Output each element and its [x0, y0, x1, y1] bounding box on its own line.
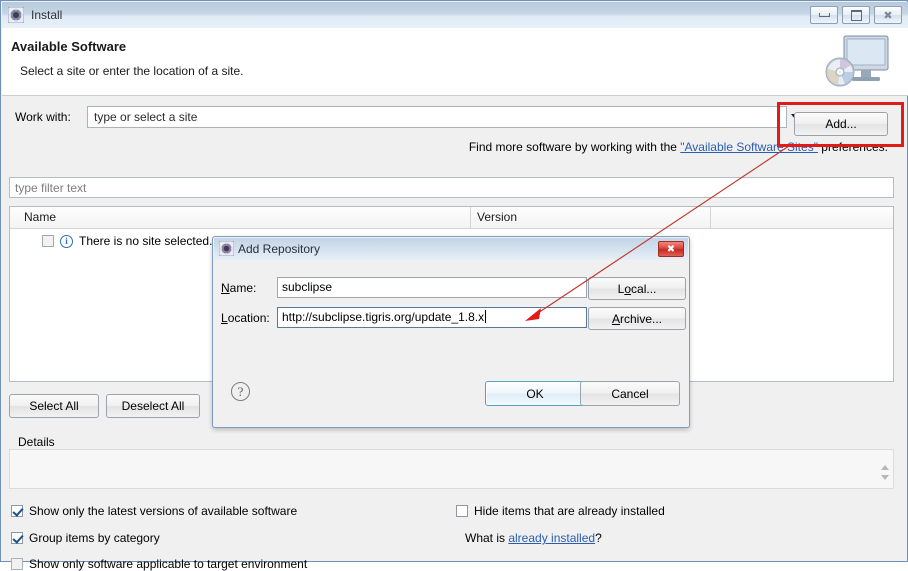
location-value: http://subclipse.tigris.org/update_1.8.x	[282, 310, 485, 324]
show-latest-checkbox[interactable]	[11, 505, 23, 517]
work-with-label: Work with:	[15, 110, 71, 124]
add-repository-title: Add Repository	[238, 242, 321, 256]
what-is-prefix: What is	[465, 531, 509, 545]
deselect-all-button[interactable]: Deselect All	[106, 394, 200, 418]
filter-input[interactable]: type filter text	[9, 177, 894, 198]
local-button[interactable]: Lo cal...	[588, 277, 686, 300]
name-field[interactable]: subclipse	[277, 277, 587, 298]
hide-installed-checkbox[interactable]	[456, 505, 468, 517]
question-mark-icon[interactable]: ?	[231, 382, 250, 401]
hint-text-after: preferences.	[817, 140, 888, 154]
cancel-button[interactable]: Cancel	[580, 381, 680, 406]
details-box	[9, 449, 894, 489]
maximize-icon[interactable]	[842, 6, 870, 24]
row-checkbox[interactable]	[42, 235, 54, 247]
scroll-up-icon[interactable]	[881, 464, 889, 470]
select-all-button[interactable]: Select All	[9, 394, 99, 418]
ok-button[interactable]: OK	[485, 381, 585, 406]
page-title: Available Software	[11, 39, 127, 54]
column-header-name[interactable]: Name	[24, 210, 56, 224]
close-icon[interactable]: ✖	[658, 241, 684, 257]
target-env-label: Show only software applicable to target …	[29, 557, 308, 571]
column-header-version[interactable]: Version	[477, 210, 517, 224]
row-label: There is no site selected.	[79, 234, 213, 248]
available-sites-hint: Find more software by working with the "…	[2, 140, 888, 154]
table-row[interactable]: i There is no site selected.	[10, 234, 212, 248]
archive-button[interactable]: Archive...	[588, 307, 686, 330]
group-category-label: Group items by category	[29, 531, 160, 545]
page-subtitle: Select a site or enter the location of a…	[20, 64, 244, 78]
option-show-latest[interactable]: Show only the latest versions of availab…	[11, 504, 297, 518]
location-field[interactable]: http://subclipse.tigris.org/update_1.8.x	[277, 307, 587, 328]
add-repository-titlebar: Add Repository ✖	[214, 238, 688, 260]
work-with-input[interactable]: type or select a site	[94, 110, 197, 124]
what-is-installed-row: What is already installed?	[465, 531, 602, 545]
what-is-suffix: ?	[595, 531, 602, 545]
text-caret	[485, 310, 487, 323]
option-hide-installed[interactable]: Hide items that are already installed	[456, 504, 665, 518]
group-category-checkbox[interactable]	[11, 532, 23, 544]
table-header: Name Version	[10, 207, 893, 229]
add-button[interactable]: Add...	[794, 112, 888, 136]
close-icon[interactable]: ✖	[874, 6, 902, 24]
window-titlebar: Install ✖	[2, 2, 908, 28]
add-repository-dialog: Add Repository ✖ Name: subclipse Lo cal..…	[212, 236, 690, 428]
monitor-cd-icon	[820, 34, 896, 92]
window-title: Install	[31, 8, 63, 22]
details-scrollbar[interactable]	[879, 462, 891, 482]
available-software-sites-link[interactable]: "Available Software Sites"	[680, 140, 818, 154]
option-target-environment[interactable]: Show only software applicable to target …	[11, 557, 307, 571]
work-with-combo[interactable]: type or select a site	[87, 106, 799, 128]
option-group-by-category[interactable]: Group items by category	[11, 531, 160, 545]
hint-text-before: Find more software by working with the	[468, 140, 681, 154]
header-panel: Available Software Select a site or ente…	[2, 28, 908, 96]
details-label: Details	[18, 435, 55, 449]
minimize-icon[interactable]	[810, 6, 838, 24]
hide-installed-label: Hide items that are already installed	[474, 504, 665, 518]
location-label: Location:	[221, 311, 270, 325]
work-with-row: Work with: type or select a site	[2, 97, 908, 141]
info-icon: i	[60, 234, 73, 248]
name-label: Name:	[221, 281, 257, 295]
install-gear-icon	[218, 240, 235, 257]
target-env-checkbox[interactable]	[11, 558, 23, 570]
show-latest-label: Show only the latest versions of availab…	[29, 504, 298, 518]
filter-placeholder: type filter text	[15, 181, 87, 195]
already-installed-link[interactable]: already installed	[508, 531, 595, 545]
window-controls: ✖	[810, 6, 902, 24]
scroll-down-icon[interactable]	[881, 474, 889, 480]
install-gear-icon	[7, 6, 25, 24]
